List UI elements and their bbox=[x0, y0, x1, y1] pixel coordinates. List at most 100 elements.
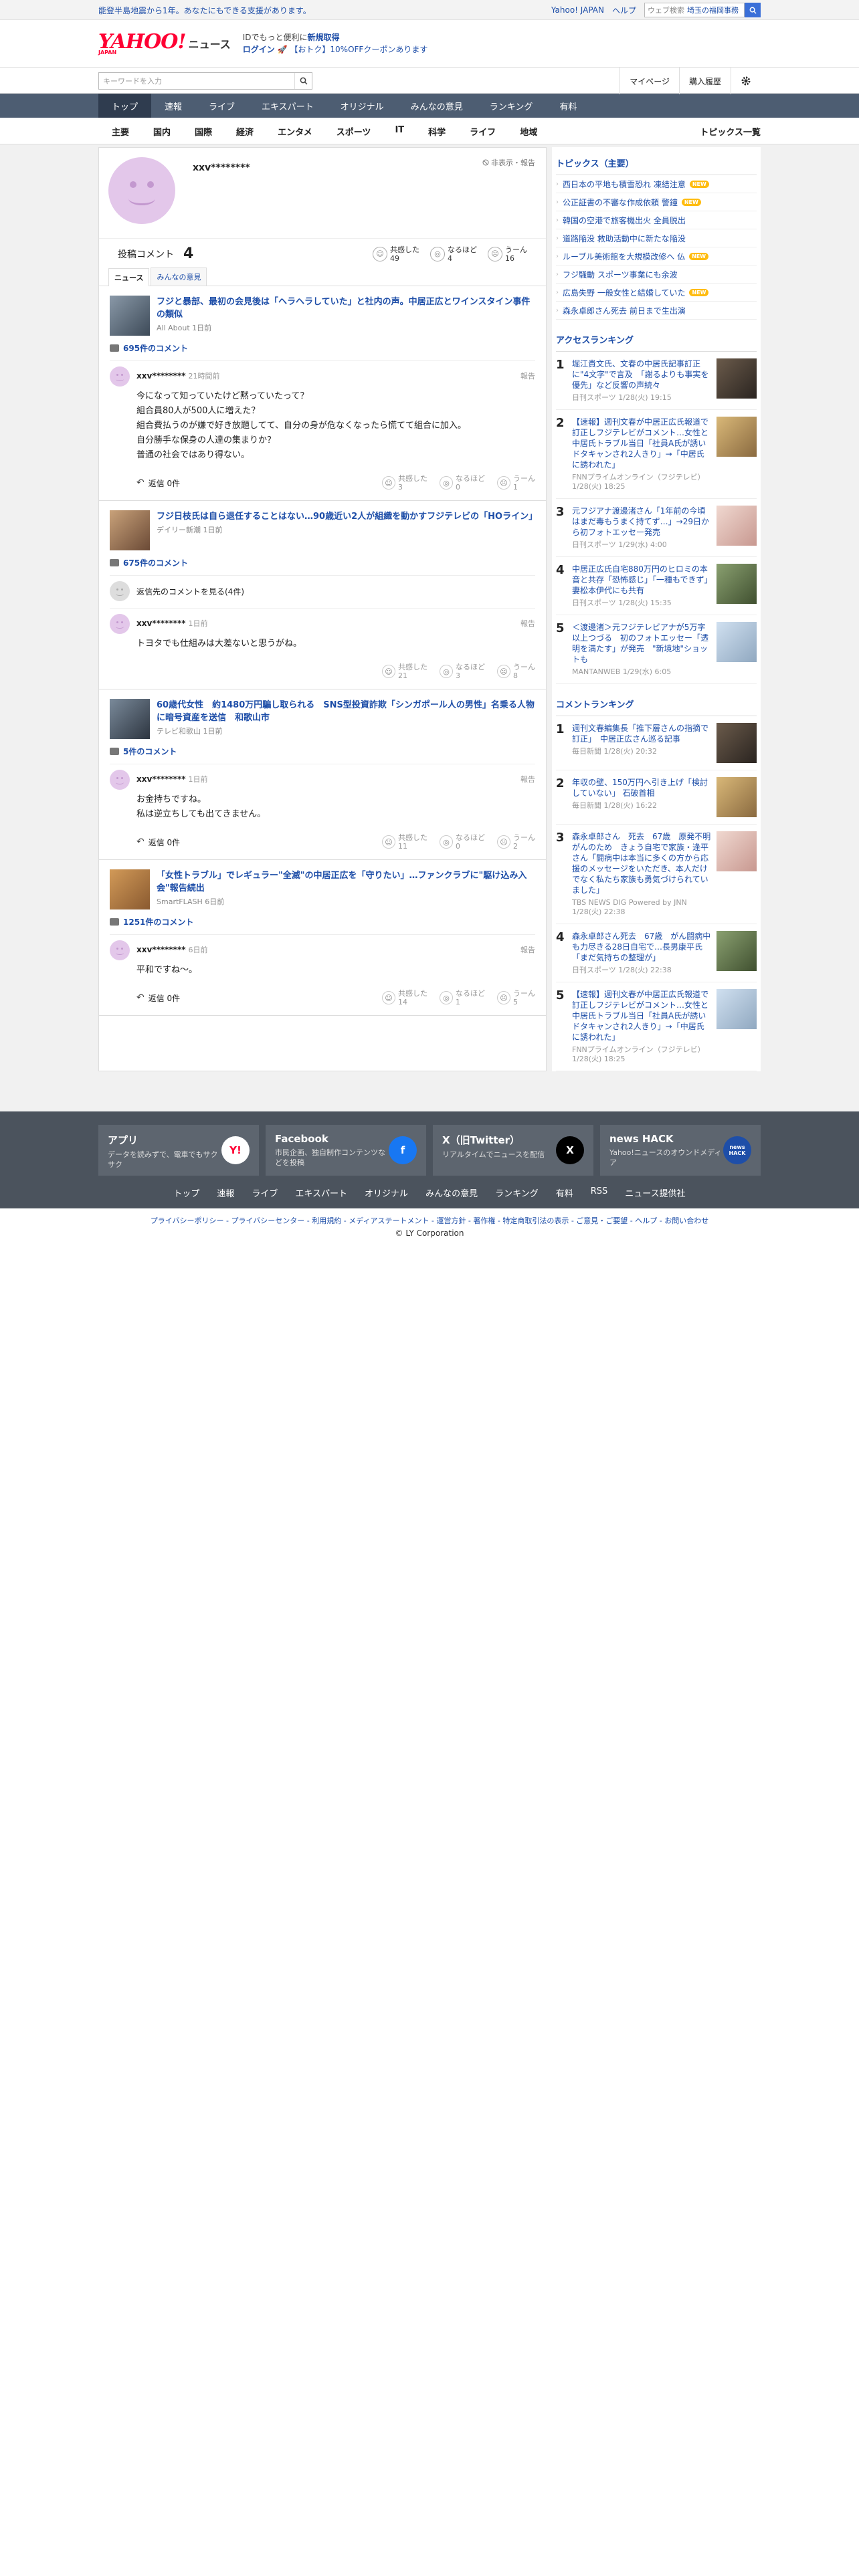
insight-reaction[interactable]: ◎ なるほど 0 bbox=[440, 833, 485, 851]
ranking-item[interactable]: 3 元フジアナ渡邊渚さん「1年前の今頃はまだ毒もうまく持てず…」→29日から初フォ… bbox=[556, 499, 757, 557]
nav-tab-4[interactable]: オリジナル bbox=[327, 94, 397, 118]
footer-link-1[interactable]: 速報 bbox=[217, 1186, 234, 1199]
reply-button[interactable]: ↶ 返信 0件 bbox=[136, 477, 180, 489]
footer-link-5[interactable]: みんなの意見 bbox=[425, 1186, 478, 1199]
web-search-button[interactable] bbox=[745, 3, 761, 17]
empathy-reaction[interactable]: ☺ 共感した 11 bbox=[382, 833, 427, 851]
settings-button[interactable] bbox=[731, 68, 761, 94]
nav-tab-5[interactable]: みんなの意見 bbox=[397, 94, 476, 118]
ranking-item[interactable]: 3 森永卓郎さん 死去 67歳 原発不明がんのため きょう自宅で家族・逢平さん「闘… bbox=[556, 825, 757, 924]
hmm-reaction[interactable]: ☹ うーん 5 bbox=[497, 989, 535, 1006]
reply-button[interactable]: ↶ 返信 0件 bbox=[136, 992, 180, 1004]
hmm-reaction[interactable]: ☹ うーん 8 bbox=[497, 663, 535, 680]
category-tab-9[interactable]: 地域 bbox=[508, 125, 549, 138]
ranking-item[interactable]: 4 中居正広氏自宅880万円のヒロミの本音と共存「恐怖感じ」「一種もできず」妻松本… bbox=[556, 557, 757, 615]
footer-link-3[interactable]: エキスパート bbox=[295, 1186, 347, 1199]
topics-list-link[interactable]: トピックス一覧 bbox=[700, 125, 761, 138]
purchase-history-link[interactable]: 購入履歴 bbox=[678, 68, 731, 94]
footer-link-8[interactable]: RSS bbox=[591, 1186, 608, 1199]
topic-item[interactable]: › フジ騒動 スポーツ事業にも余波 bbox=[556, 265, 757, 284]
category-tab-5[interactable]: スポーツ bbox=[324, 125, 383, 138]
ranking-item[interactable]: 5 【速報】週刊文春が中居正広氏報道で訂正しフジテレビがコメント…女性と中居氏トラ… bbox=[556, 982, 757, 1071]
category-tab-0[interactable]: 主要 bbox=[98, 125, 141, 138]
footer-link-2[interactable]: ライブ bbox=[252, 1186, 278, 1199]
hmm-reaction[interactable]: ☹ うーん 1 bbox=[497, 474, 535, 492]
hmm-reaction[interactable]: ☹ うーん 16 bbox=[488, 245, 527, 263]
footer-card-3[interactable]: news HACK Yahoo!ニュースのオウンドメディア news HACK bbox=[600, 1125, 761, 1176]
category-tab-1[interactable]: 国内 bbox=[141, 125, 183, 138]
empathy-reaction[interactable]: ☺ 共感した 14 bbox=[382, 989, 427, 1006]
reply-button[interactable]: ↶ 返信 0件 bbox=[136, 837, 180, 848]
report-link[interactable]: 報告 bbox=[520, 370, 535, 381]
tab-opinions[interactable]: みんなの意見 bbox=[151, 267, 207, 286]
tab-news[interactable]: ニュース bbox=[108, 268, 150, 286]
coupon-link[interactable]: 【おトク】10%OFFクーポンあります bbox=[290, 45, 427, 54]
article-thumbnail[interactable] bbox=[110, 296, 150, 336]
comment-count-link[interactable]: 675件のコメント bbox=[110, 557, 535, 568]
article-thumbnail[interactable] bbox=[110, 869, 150, 909]
category-tab-6[interactable]: IT bbox=[383, 125, 416, 138]
topic-item[interactable]: › 広島失野 一般女性と結婚していた NEW bbox=[556, 284, 757, 302]
nav-tab-2[interactable]: ライブ bbox=[195, 94, 248, 118]
category-tab-7[interactable]: 科学 bbox=[416, 125, 458, 138]
footer-card-1[interactable]: Facebook 市民企画、独自制作コンテンツなどを投稿 f bbox=[266, 1125, 426, 1176]
nav-tab-7[interactable]: 有料 bbox=[546, 94, 590, 118]
yahoo-news-logo[interactable]: YAHOO! JAPAN ニュース bbox=[98, 31, 231, 56]
help-link[interactable]: ヘルプ bbox=[612, 5, 636, 16]
footer-link-6[interactable]: ランキング bbox=[495, 1186, 539, 1199]
insight-reaction[interactable]: ◎ なるほど 0 bbox=[440, 474, 485, 492]
ranking-item[interactable]: 5 ＜渡邊渚＞元フジテレビアナが5万字以上つづる 初のフォトエッセー「透明を満たす… bbox=[556, 615, 757, 684]
nav-tab-3[interactable]: エキスパート bbox=[248, 94, 327, 118]
comment-count-link[interactable]: 695件のコメント bbox=[110, 342, 535, 354]
topic-item[interactable]: › 韓国の空港で旅客機出火 全員脱出 bbox=[556, 211, 757, 229]
mypage-link[interactable]: マイページ bbox=[619, 68, 679, 94]
empathy-reaction[interactable]: ☺ 共感した 49 bbox=[373, 245, 419, 263]
footer-link-7[interactable]: 有料 bbox=[556, 1186, 573, 1199]
comment-count-link[interactable]: 1251件のコメント bbox=[110, 916, 535, 928]
article-title-link[interactable]: フジと暴部、最初の会見後は「ヘラヘラしていた」と社内の声。中居正広とワインスタイ… bbox=[157, 297, 530, 320]
category-tab-4[interactable]: エンタメ bbox=[266, 125, 324, 138]
footer-card-0[interactable]: アプリ データを読みずで、電車でもサクサク Y! bbox=[98, 1125, 259, 1176]
login-link[interactable]: ログイン bbox=[243, 45, 275, 54]
web-search-input[interactable]: ウェブ検索 埼玉の福岡事務 bbox=[644, 3, 745, 17]
topic-item[interactable]: › 道路陥没 救助活動中に新たな陥没 bbox=[556, 229, 757, 247]
topic-item[interactable]: › ルーブル美術館を大規模改修へ 仏 NEW bbox=[556, 247, 757, 265]
ranking-item[interactable]: 1 堀江貴文氏、文春の中居氏記事訂正に"4文字"で言及 「謝るよりも事実を優先」な… bbox=[556, 352, 757, 410]
article-thumbnail[interactable] bbox=[110, 699, 150, 739]
ranking-item[interactable]: 1 週刊文春編集長「推下層さんの指摘で訂正」 中居正広さん巡る記事 毎日新聞 1/2… bbox=[556, 716, 757, 770]
footer-card-2[interactable]: X（旧Twitter） リアルタイムでニュースを配信 X bbox=[433, 1125, 593, 1176]
footer-link-9[interactable]: ニュース提供社 bbox=[625, 1186, 685, 1199]
category-tab-3[interactable]: 経済 bbox=[224, 125, 266, 138]
topic-item[interactable]: › 森永卓郎さん死去 前日まで生出演 bbox=[556, 302, 757, 320]
yahoo-japan-link[interactable]: Yahoo! JAPAN bbox=[551, 5, 604, 15]
article-thumbnail[interactable] bbox=[110, 510, 150, 550]
signup-link[interactable]: 新規取得 bbox=[308, 33, 340, 42]
footer-link-0[interactable]: トップ bbox=[173, 1186, 199, 1199]
empathy-reaction[interactable]: ☺ 共感した 3 bbox=[382, 474, 427, 492]
ranking-item[interactable]: 2 【速報】週刊文春が中居正広氏報道で訂正しフジテレビがコメント…女性と中居氏トラ… bbox=[556, 410, 757, 499]
news-search-button[interactable] bbox=[294, 73, 312, 89]
legal-links[interactable]: プライバシーポリシー - プライバシーセンター - 利用規約 - メディアステー… bbox=[0, 1208, 859, 1228]
topic-item[interactable]: › 西日本の平地も積雪恐れ 凍結注意 NEW bbox=[556, 175, 757, 193]
nav-tab-1[interactable]: 速報 bbox=[151, 94, 195, 118]
report-link[interactable]: 報告 bbox=[520, 618, 535, 629]
hmm-reaction[interactable]: ☹ うーん 2 bbox=[497, 833, 535, 851]
article-title-link[interactable]: フジ日枝氏は自ら退任することはない…90歳近い2人が組織を動かすフジテレビの「H… bbox=[157, 512, 537, 522]
category-tab-8[interactable]: ライフ bbox=[458, 125, 508, 138]
insight-reaction[interactable]: ◎ なるほど 1 bbox=[440, 989, 485, 1006]
disaster-support-link[interactable]: 能登半島地震から1年。あなたにもできる支援があります。 bbox=[98, 5, 311, 16]
comment-count-link[interactable]: 5件のコメント bbox=[110, 746, 535, 757]
article-title-link[interactable]: 「女性トラブル」でレギュラー"全滅"の中居正広を「守りたい」…ファンクラブに"駆… bbox=[157, 871, 527, 893]
footer-link-4[interactable]: オリジナル bbox=[365, 1186, 408, 1199]
empathy-reaction[interactable]: ☺ 共感した 21 bbox=[382, 663, 427, 680]
article-title-link[interactable]: 60歳代女性 約1480万円騙し取られる SNS型投資詐欺「シンガポール人の男性… bbox=[157, 700, 535, 723]
report-link[interactable]: 報告 bbox=[520, 944, 535, 955]
ranking-item[interactable]: 2 年収の壁、150万円へ引き上げ「検討していない」 石破首相 毎日新聞 1/28(… bbox=[556, 770, 757, 825]
nav-tab-0[interactable]: トップ bbox=[98, 94, 152, 118]
show-parent-comment[interactable]: 返信先のコメントを見る(4件) bbox=[110, 575, 535, 601]
ranking-item[interactable]: 4 森永卓郎さん死去 67歳 がん闘病中も力尽きる28日自宅で…長男康平氏「まだ気… bbox=[556, 924, 757, 982]
news-search-input[interactable]: キーワードを入力 bbox=[99, 76, 294, 86]
nav-tab-6[interactable]: ランキング bbox=[476, 94, 547, 118]
insight-reaction[interactable]: ◎ なるほど 4 bbox=[430, 245, 477, 263]
report-link[interactable]: 報告 bbox=[520, 774, 535, 784]
